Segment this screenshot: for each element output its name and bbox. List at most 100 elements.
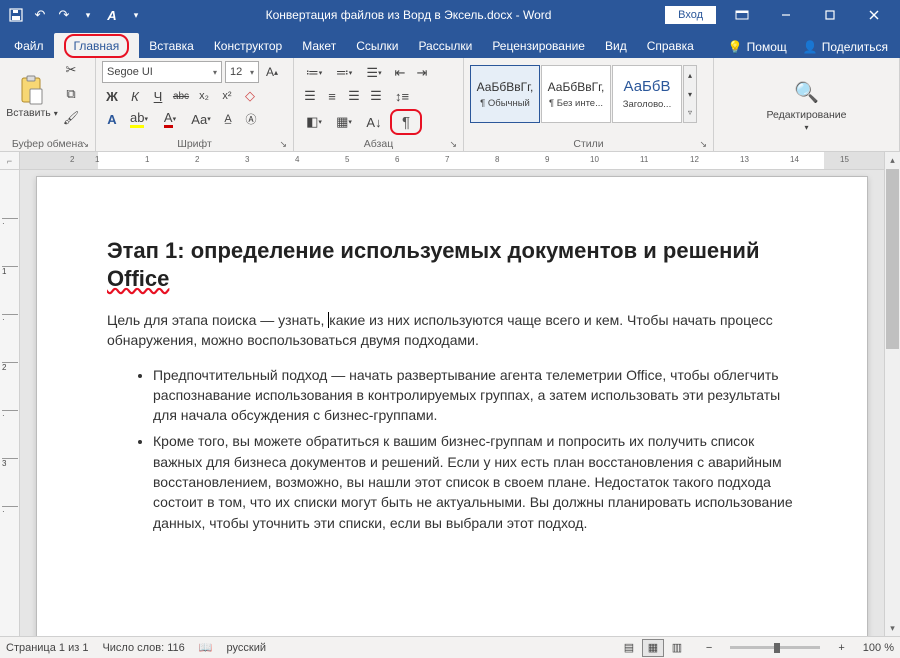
- styles-scroll-down-icon[interactable]: ▾: [684, 85, 696, 104]
- vertical-ruler[interactable]: ⌐ · 1 · 2 · 3 ·: [0, 152, 20, 636]
- clipboard-dialog-launcher[interactable]: ↘: [81, 139, 89, 150]
- strike-button[interactable]: abc: [171, 86, 191, 106]
- page[interactable]: Этап 1: определение используемых докумен…: [36, 176, 868, 636]
- copy-icon[interactable]: ⧉: [62, 85, 80, 103]
- borders-icon[interactable]: ▦▾: [330, 112, 358, 132]
- qat-customize-icon[interactable]: ▾: [80, 7, 96, 23]
- text-effects-icon[interactable]: A: [102, 109, 122, 129]
- enclose-char-icon[interactable]: Ⓐ: [241, 109, 261, 129]
- tab-view[interactable]: Вид: [595, 33, 637, 58]
- body-paragraph[interactable]: Цель для этапа поиска — узнать, какие из…: [107, 310, 797, 351]
- list-item[interactable]: Предпочтительный подход — начать разверт…: [153, 365, 797, 426]
- status-language[interactable]: русский: [227, 642, 266, 654]
- window-title: Конвертация файлов из Ворд в Эксель.docx…: [152, 8, 665, 22]
- group-label-font: Шрифт: [177, 138, 212, 150]
- zoom-in-button[interactable]: +: [834, 642, 848, 654]
- scroll-up-icon[interactable]: ▴: [885, 152, 900, 168]
- styles-gallery-expand-icon[interactable]: ▿: [684, 103, 696, 122]
- font-dialog-launcher[interactable]: ↘: [279, 139, 287, 150]
- decrease-indent-icon[interactable]: ⇤: [390, 63, 410, 83]
- group-font: Segoe UI▾ 12▾ A▴ Ж К Ч abc x₂ x² ◇ A ab▾…: [96, 58, 294, 151]
- styles-scroll[interactable]: ▴ ▾ ▿: [683, 65, 697, 123]
- styles-dialog-launcher[interactable]: ↘: [699, 139, 707, 150]
- underline-button[interactable]: Ч: [148, 86, 168, 106]
- close-icon[interactable]: [856, 0, 892, 30]
- char-shading-icon[interactable]: A̲: [218, 109, 238, 129]
- align-center-icon[interactable]: ≡: [322, 86, 342, 106]
- cut-icon[interactable]: ✂: [62, 61, 80, 79]
- superscript-button[interactable]: x²: [217, 86, 237, 106]
- numbering-icon[interactable]: ≕▾: [330, 63, 358, 83]
- touch-mode-icon[interactable]: A: [104, 7, 120, 23]
- paste-button[interactable]: Вставить ▾: [6, 61, 58, 133]
- tab-home[interactable]: Главная: [54, 33, 140, 58]
- proofing-icon[interactable]: 📖: [199, 641, 213, 654]
- tab-help[interactable]: Справка: [637, 33, 704, 58]
- font-color-icon[interactable]: A▾: [156, 109, 184, 129]
- list-item[interactable]: Кроме того, вы можете обратиться к вашим…: [153, 431, 797, 532]
- style-heading1[interactable]: АаБбВ Заголово...: [612, 65, 682, 123]
- save-icon[interactable]: [8, 7, 24, 23]
- minimize-icon[interactable]: [768, 0, 804, 30]
- person-icon: 👤: [803, 40, 818, 54]
- scroll-thumb[interactable]: [886, 169, 899, 349]
- maximize-icon[interactable]: [812, 0, 848, 30]
- status-bar: Страница 1 из 1 Число слов: 116 📖 русски…: [0, 636, 900, 658]
- tab-layout[interactable]: Макет: [292, 33, 346, 58]
- tab-selector-icon[interactable]: ⌐: [0, 152, 19, 170]
- font-size-select[interactable]: 12▾: [225, 61, 259, 83]
- body-list[interactable]: Предпочтительный подход — начать разверт…: [137, 365, 797, 533]
- zoom-slider[interactable]: [730, 646, 820, 649]
- group-clipboard: Вставить ▾ ✂ ⧉ 🖌 Буфер обмена↘: [0, 58, 96, 151]
- zoom-level[interactable]: 100 %: [863, 642, 894, 654]
- qat-more-icon[interactable]: ▾: [128, 7, 144, 23]
- scroll-down-icon[interactable]: ▾: [885, 620, 900, 636]
- highlight-color-icon[interactable]: ab▾: [125, 109, 153, 129]
- paragraph-dialog-launcher[interactable]: ↘: [449, 139, 457, 150]
- font-name-select[interactable]: Segoe UI▾: [102, 61, 222, 83]
- style-normal[interactable]: АаБбВвГг, ¶ Обычный: [470, 65, 540, 123]
- status-page[interactable]: Страница 1 из 1: [6, 642, 88, 654]
- line-spacing-icon[interactable]: ↕≡: [388, 86, 416, 106]
- group-label-styles: Стили: [573, 138, 603, 150]
- styles-scroll-up-icon[interactable]: ▴: [684, 66, 696, 85]
- share-button[interactable]: 👤Поделиться: [795, 36, 896, 58]
- increase-indent-icon[interactable]: ⇥: [412, 63, 432, 83]
- bulb-icon: 💡: [728, 40, 743, 54]
- editing-button[interactable]: 🔍 Редактирование▾: [757, 69, 857, 141]
- multilevel-icon[interactable]: ☰▾: [360, 63, 388, 83]
- sort-icon[interactable]: A↓: [360, 112, 388, 132]
- clear-format-icon[interactable]: ◇: [240, 86, 260, 106]
- tab-references[interactable]: Ссылки: [346, 33, 408, 58]
- status-word-count[interactable]: Число слов: 116: [102, 642, 184, 654]
- tab-file[interactable]: Файл: [4, 33, 54, 58]
- tell-me[interactable]: 💡Помощ: [720, 36, 795, 58]
- justify-icon[interactable]: ☰: [366, 86, 386, 106]
- shading-icon[interactable]: ◧▾: [300, 112, 328, 132]
- tab-design[interactable]: Конструктор: [204, 33, 292, 58]
- italic-button[interactable]: К: [125, 86, 145, 106]
- ribbon: Вставить ▾ ✂ ⧉ 🖌 Буфер обмена↘ Segoe UI▾…: [0, 58, 900, 152]
- tab-mailings[interactable]: Рассылки: [408, 33, 482, 58]
- bold-button[interactable]: Ж: [102, 86, 122, 106]
- format-painter-icon[interactable]: 🖌: [62, 109, 80, 127]
- heading[interactable]: Этап 1: определение используемых докумен…: [107, 237, 797, 292]
- tab-review[interactable]: Рецензирование: [482, 33, 595, 58]
- grow-font-icon[interactable]: A▴: [262, 62, 282, 82]
- vertical-scrollbar[interactable]: ▴ ▾: [884, 152, 900, 636]
- change-case-icon[interactable]: Aa▾: [187, 109, 215, 129]
- tab-insert[interactable]: Вставка: [139, 33, 204, 58]
- group-label-paragraph: Абзац: [364, 138, 393, 150]
- bullets-icon[interactable]: ≔▾: [300, 63, 328, 83]
- style-no-spacing[interactable]: АаБбВвГг, ¶ Без инте...: [541, 65, 611, 123]
- show-hide-marks-button[interactable]: ¶: [390, 109, 422, 135]
- undo-icon[interactable]: ↶: [32, 7, 48, 23]
- align-right-icon[interactable]: ☰: [344, 86, 364, 106]
- align-left-icon[interactable]: ☰: [300, 86, 320, 106]
- login-button[interactable]: Вход: [665, 6, 716, 24]
- redo-icon[interactable]: ↷: [56, 7, 72, 23]
- subscript-button[interactable]: x₂: [194, 86, 214, 106]
- zoom-out-button[interactable]: −: [702, 642, 716, 654]
- horizontal-ruler[interactable]: 2 1 1 2 3 4 5 6 7 8 9 10 11 12 13 14 15: [20, 152, 884, 170]
- ribbon-options-icon[interactable]: [724, 0, 760, 30]
